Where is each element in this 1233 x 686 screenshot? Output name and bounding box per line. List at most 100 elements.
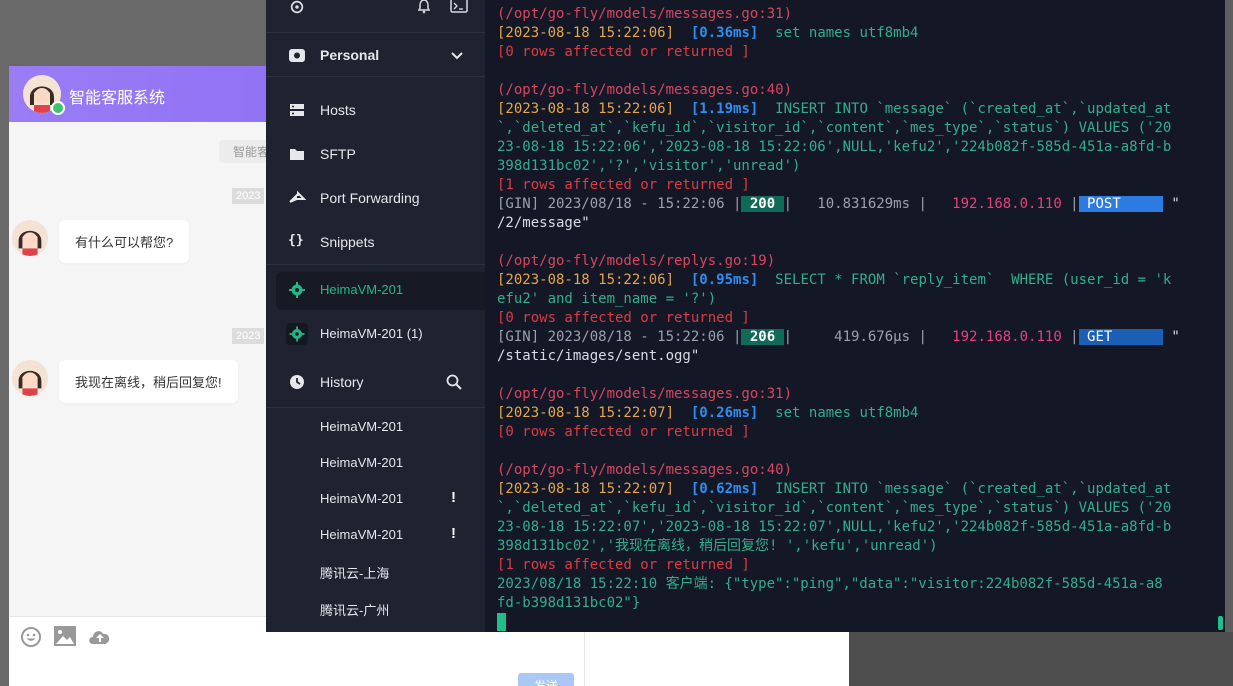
terminal-cursor [497,613,506,631]
history-item[interactable]: HeimaVM-201 [320,419,403,434]
terminal-line: [2023-08-18 15:22:07] [0.62ms] INSERT IN… [497,480,1171,499]
terminal-text: 200 [741,196,784,212]
divider [266,407,485,408]
divider [266,264,485,265]
terminal-line: (/opt/go-fly/models/replys.go:19) [497,252,775,271]
history-item[interactable]: HeimaVM-201 [320,491,403,506]
terminal-text: (/opt/go-fly/models/messages.go:40) [497,462,793,478]
history-header[interactable]: History [266,360,485,404]
desktop-background-bottom [849,632,1233,686]
nav-port-forwarding[interactable]: Port Forwarding [266,176,485,220]
history-item[interactable]: 腾讯云-广州 [320,600,389,619]
nav-snippets-label: Snippets [320,234,375,250]
desktop-background-right [1225,0,1233,686]
terminal-output[interactable]: (/opt/go-fly/models/messages.go:31) [2023… [485,0,1225,632]
terminal-text: fd-b398d131bc02"} [497,595,641,611]
nav-sftp-label: SFTP [320,146,356,162]
terminal-text: /2/message" [497,215,590,231]
terminal-line: (/opt/go-fly/models/messages.go:40) [497,81,792,100]
terminal-line: [2023-08-18 15:22:06] [0.36ms] set names… [497,24,918,43]
terminal-text: [2023-08-18 15:22:06] [497,25,691,41]
vault-selector[interactable]: Personal [266,33,485,77]
open-host-label: HeimaVM-201 [320,282,404,297]
terminal-text: [1 rows affected or returned ] [497,177,750,193]
nav-sftp[interactable]: SFTP [266,132,485,176]
terminal-text: | [1061,196,1079,212]
terminal-text: [1.19ms] [690,101,759,117]
terminal-line: fd-b398d131bc02"} [497,594,640,613]
sidebar-top-bar [266,0,485,33]
history-item[interactable]: HeimaVM-201 [320,455,403,470]
terminal-text: (/opt/go-fly/models/messages.go:40) [497,82,793,98]
history-item[interactable]: 腾讯云-上海 [320,563,389,582]
terminal-line: [2023-08-18 15:22:06] [0.95ms] SELECT * … [497,271,1171,290]
warning-icon: ! [451,489,456,506]
warning-icon: ! [451,525,456,542]
open-host-tab[interactable]: HeimaVM-201 (1) [266,312,485,356]
braces-icon: {} [288,233,304,248]
chat-title: 智能客服系统 [69,90,166,107]
nav-hosts[interactable]: Hosts [266,88,485,132]
clock-icon [288,373,306,391]
nav-snippets[interactable]: {} Snippets [266,220,485,264]
terminal-line: /static/images/sent.ogg" [497,347,699,366]
history-label: History [320,374,364,390]
message-bubble: 有什么可以帮您? [59,220,190,263]
vault-label: Personal [320,47,380,63]
terminal-line: efu2' and item_name = '?') [497,290,716,309]
terminal-line: (/opt/go-fly/models/messages.go:40) [497,461,792,480]
terminal-text: `,`deleted_at`,`kefu_id`,`visitor_id`,`c… [497,120,1172,136]
terminal-text: POST [1078,196,1163,212]
terminal-line: [1 rows affected or returned ] [497,176,750,195]
vault-icon [288,46,306,64]
settings-gear-icon[interactable] [288,0,306,20]
terminal-text: [0.26ms] [690,405,759,421]
terminal-text: [GIN] 2023/08/18 - 15:22:06 | [497,196,742,212]
termius-sidebar: Personal Hosts SFTP Port Forwarding {} S… [266,0,485,632]
terminal-line: `,`deleted_at`,`kefu_id`,`visitor_id`,`c… [497,119,1171,138]
open-host-tab[interactable]: HeimaVM-201 [266,268,485,312]
terminal-text: [2023-08-18 15:22:07] [497,405,691,421]
terminal-line: [1 rows affected or returned ] [497,556,750,575]
terminal-icon[interactable] [450,0,468,19]
terminal-text: [GIN] 2023/08/18 - 15:22:06 | [497,329,742,345]
chevron-down-icon [450,48,464,66]
agent-message-avatar [12,360,48,396]
terminal-line: /2/message" [497,214,590,233]
send-button[interactable]: 发送 [518,673,574,686]
terminal-line: [GIN] 2023/08/18 - 15:22:06 | 200 | 10.8… [497,195,1180,214]
terminal-line: [0 rows affected or returned ] [497,309,750,328]
terminal-line: [2023-08-18 15:22:06] [1.19ms] INSERT IN… [497,100,1171,119]
terminal-text: INSERT INTO `message` (`created_at`,`upd… [758,101,1172,117]
terminal-text: | 10.831629ms | [783,196,953,212]
host-gear-icon [286,323,308,345]
online-status-dot [51,101,65,115]
upload-cloud-icon[interactable] [87,625,111,647]
terminal-text: 398d131bc02','我现在离线，稍后回复您! ','kefu','unr… [497,538,938,554]
terminal-text: (/opt/go-fly/models/messages.go:31) [497,6,793,22]
terminal-text: [2023-08-18 15:22:07] [497,481,691,497]
terminal-scrollbar[interactable] [1218,616,1223,630]
terminal-text: 23-08-18 15:22:06','2023-08-18 15:22:06'… [497,139,1172,155]
emoji-icon[interactable] [19,625,43,647]
terminal-line: [0 rows affected or returned ] [497,423,750,442]
terminal-line: 2023/08/18 15:22:10 客户端: {"type":"ping",… [497,575,1163,594]
terminal-text: 192.168.0.110 [952,196,1062,212]
terminal-text: (/opt/go-fly/models/messages.go:31) [497,386,793,402]
nav-port-forwarding-label: Port Forwarding [320,190,420,206]
terminal-text: set names utf8mb4 [758,405,919,421]
terminal-line: [2023-08-18 15:22:07] [0.26ms] set names… [497,404,918,423]
terminal-text: efu2' and item_name = '?') [497,291,717,307]
history-item[interactable]: HeimaVM-201 [320,527,403,542]
bell-icon[interactable] [416,0,432,19]
terminal-text: (/opt/go-fly/models/replys.go:19) [497,253,776,269]
terminal-text: [0 rows affected or returned ] [497,424,750,440]
image-icon[interactable] [53,625,77,647]
open-host-label: HeimaVM-201 (1) [320,326,423,341]
terminal-text: SELECT * FROM `reply_item` WHERE (user_i… [758,272,1172,288]
date-chip: 2023 [232,188,265,204]
terminal-line: (/opt/go-fly/models/messages.go:31) [497,385,792,404]
search-icon[interactable] [446,374,462,395]
terminal-text: [0 rows affected or returned ] [497,44,750,60]
terminal-text: [0 rows affected or returned ] [497,310,750,326]
